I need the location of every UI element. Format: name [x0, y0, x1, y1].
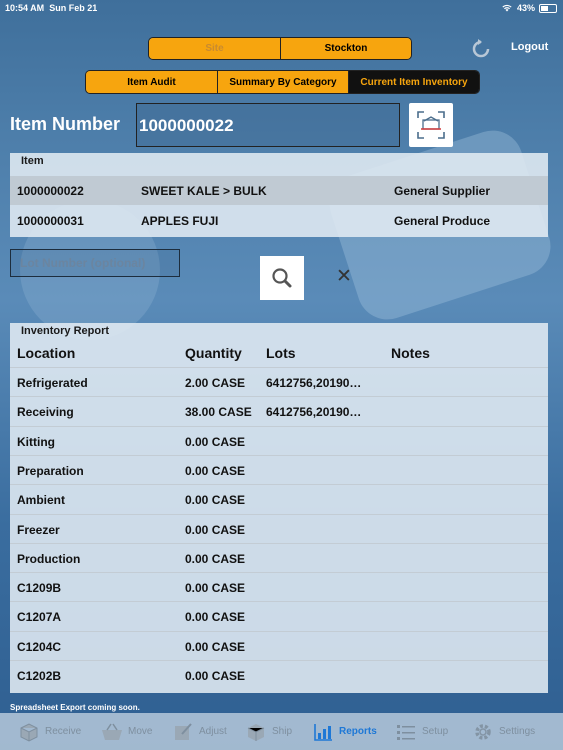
quantity-cell: 0.00 CASE: [185, 610, 246, 625]
barcode-scan-button[interactable]: [409, 103, 453, 147]
item-number-input[interactable]: 1000000022: [136, 103, 400, 147]
location-cell: C1209B: [17, 581, 62, 596]
package-icon: [245, 722, 267, 742]
table-row[interactable]: C1207A 0.00 CASE: [10, 601, 548, 630]
tab-item-audit[interactable]: Item Audit: [86, 71, 217, 93]
item-number: 1000000022: [17, 184, 84, 198]
tab-reports[interactable]: Reports: [312, 713, 377, 750]
quantity-cell: 0.00 CASE: [185, 581, 246, 596]
list-item[interactable]: 1000000031 APPLES FUJI General Produce: [10, 206, 548, 235]
item-list-header: Item: [21, 155, 44, 167]
location-cell: Ambient: [17, 493, 65, 508]
quantity-cell: 0.00 CASE: [185, 669, 246, 683]
close-icon[interactable]: ✕: [333, 266, 355, 288]
table-row[interactable]: C1209B 0.00 CASE: [10, 572, 548, 601]
report-column-headers: Location Quantity Lots Notes: [10, 341, 548, 367]
tab-label: Reports: [339, 726, 377, 737]
status-time: 10:54 AM: [5, 3, 45, 13]
tab-adjust[interactable]: Adjust: [172, 713, 227, 750]
table-row[interactable]: Preparation 0.00 CASE: [10, 454, 548, 484]
item-list-panel: Item 1000000022 SWEET KALE > BULK Genera…: [10, 153, 548, 237]
location-cell: Receiving: [17, 405, 74, 420]
quantity-cell: 0.00 CASE: [185, 463, 246, 478]
table-row[interactable]: Refrigerated 2.00 CASE 6412756,20190…: [10, 367, 548, 396]
item-supplier: General Produce: [394, 214, 491, 228]
tab-label: Move: [128, 726, 153, 737]
tab-setup[interactable]: Setup: [395, 713, 448, 750]
battery-percent: 43%: [516, 3, 535, 13]
tab-receive[interactable]: Receive: [18, 713, 81, 750]
column-location: Location: [17, 345, 76, 361]
inventory-report-panel: Inventory Report Location Quantity Lots …: [10, 323, 548, 693]
refresh-icon[interactable]: [471, 39, 491, 59]
column-lots: Lots: [266, 345, 296, 361]
quantity-cell: 0.00 CASE: [185, 493, 246, 508]
lot-number-input[interactable]: Lot Number (optional): [10, 249, 180, 277]
tab-label: Settings: [499, 726, 536, 737]
site-label[interactable]: Site: [149, 38, 280, 59]
wifi-icon: [502, 4, 512, 12]
lots-cell: 6412756,20190…: [266, 405, 362, 420]
status-date: Sun Feb 21: [49, 3, 98, 13]
tab-label: Receive: [45, 726, 82, 737]
location-cell: C1202B: [17, 669, 62, 683]
site-location-button[interactable]: Stockton: [280, 38, 411, 59]
table-row[interactable]: Production 0.00 CASE: [10, 542, 548, 572]
quantity-cell: 2.00 CASE: [185, 376, 246, 390]
item-number: 1000000031: [17, 214, 84, 228]
gear-icon: [472, 722, 494, 742]
table-row[interactable]: Receiving 38.00 CASE 6412756,20190…: [10, 396, 548, 425]
column-notes: Notes: [391, 345, 430, 361]
box-icon: [18, 722, 40, 742]
tab-label: Ship: [272, 726, 293, 737]
column-quantity: Quantity: [185, 345, 242, 361]
barcode-scan-icon: [417, 111, 445, 139]
quantity-cell: 0.00 CASE: [185, 434, 246, 449]
refresh-glyph: [472, 39, 490, 58]
quantity-cell: 0.00 CASE: [185, 639, 246, 654]
item-supplier: General Supplier: [394, 184, 491, 198]
report-tabs: Item Audit Summary By Category Current I…: [85, 70, 480, 94]
search-button[interactable]: [260, 256, 304, 300]
table-row[interactable]: C1204C 0.00 CASE: [10, 630, 548, 660]
list-item[interactable]: 1000000022 SWEET KALE > BULK General Sup…: [10, 176, 548, 205]
item-name: APPLES FUJI: [141, 214, 219, 228]
status-bar: 10:54 AM Sun Feb 21 43%: [0, 0, 563, 16]
table-row[interactable]: Freezer 0.00 CASE: [10, 513, 548, 543]
list-icon: [395, 722, 417, 742]
table-row[interactable]: Ambient 0.00 CASE: [10, 484, 548, 513]
site-selector: Site Stockton: [148, 37, 412, 60]
logout-button[interactable]: Logout: [511, 41, 548, 53]
quantity-cell: 38.00 CASE: [185, 405, 252, 420]
location-cell: Refrigerated: [17, 376, 88, 390]
tab-label: Adjust: [199, 726, 227, 737]
location-cell: C1207A: [17, 610, 62, 625]
edit-icon: [172, 722, 194, 742]
footer-note: Spreadsheet Export coming soon.: [10, 703, 140, 712]
location-cell: Freezer: [17, 522, 60, 537]
tab-label: Setup: [422, 726, 449, 737]
location-cell: Preparation: [17, 463, 84, 478]
item-number-label: Item Number: [10, 114, 121, 134]
table-row[interactable]: Kitting 0.00 CASE: [10, 425, 548, 455]
quantity-cell: 0.00 CASE: [185, 551, 246, 566]
location-cell: Production: [17, 551, 81, 566]
tab-summary-by-category[interactable]: Summary By Category: [217, 71, 348, 93]
item-name: SWEET KALE > BULK: [141, 184, 267, 198]
tab-move[interactable]: Move: [101, 713, 152, 750]
tab-ship[interactable]: Ship: [245, 713, 292, 750]
search-icon: [272, 268, 292, 288]
quantity-cell: 0.00 CASE: [185, 522, 246, 537]
tab-settings[interactable]: Settings: [472, 713, 535, 750]
tab-current-item-inventory[interactable]: Current Item Inventory: [348, 71, 479, 93]
tab-bar: Receive Move Adjust Ship Reports Setup S…: [0, 713, 563, 750]
battery-icon: [539, 3, 557, 13]
location-cell: Kitting: [17, 434, 55, 449]
table-row[interactable]: C1202B 0.00 CASE: [10, 660, 548, 689]
lots-cell: 6412756,20190…: [266, 376, 362, 390]
chart-icon: [312, 722, 334, 742]
basket-icon: [101, 722, 123, 742]
location-cell: C1204C: [17, 639, 62, 654]
